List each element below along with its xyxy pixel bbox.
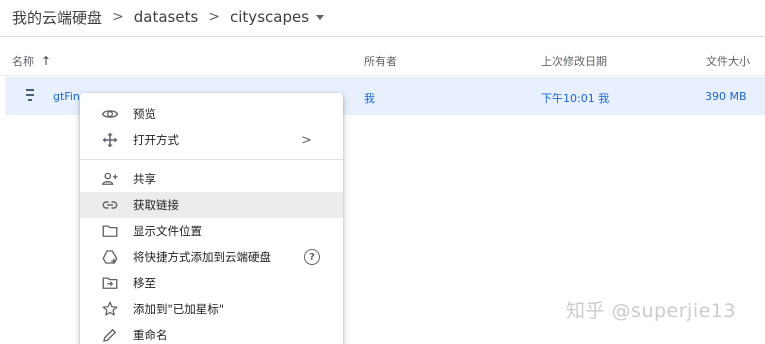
menu-item-move-to[interactable]: 移至 (80, 270, 343, 296)
pencil-icon (99, 324, 121, 344)
column-header-file-size[interactable]: 文件大小 (706, 53, 750, 69)
archive-file-icon (25, 89, 35, 101)
menu-item-preview[interactable]: 预览 (80, 101, 343, 127)
breadcrumb-my-drive[interactable]: 我的云端硬盘 (12, 7, 102, 28)
menu-item-add-starred[interactable]: 添加到"已加星标" (80, 296, 343, 322)
column-header-name[interactable]: 名称 ↑ (12, 53, 51, 69)
move-to-folder-icon (99, 272, 121, 294)
menu-item-add-starred-label: 添加到"已加星标" (133, 302, 225, 316)
context-menu: 预览 打开方式 > 共享 获取链接 显示文件位置 将快捷方式添加到云端硬盘 ? (80, 93, 343, 344)
menu-item-add-shortcut-label: 将快捷方式添加到云端硬盘 (133, 250, 271, 264)
column-header-name-label: 名称 (12, 55, 34, 68)
menu-item-share[interactable]: 共享 (80, 166, 343, 192)
menu-item-open-with[interactable]: 打开方式 > (80, 127, 343, 153)
menu-item-share-label: 共享 (133, 172, 156, 186)
breadcrumb: 我的云端硬盘 > datasets > cityscapes (12, 4, 325, 30)
link-icon (99, 194, 121, 216)
menu-item-get-link[interactable]: 获取链接 (80, 192, 343, 218)
menu-item-open-with-label: 打开方式 (133, 133, 179, 147)
menu-item-move-to-label: 移至 (133, 276, 156, 290)
file-modified: 下午10:01 我 (541, 92, 610, 105)
drive-shortcut-icon (99, 246, 121, 268)
breadcrumb-datasets[interactable]: datasets (134, 8, 199, 26)
dropdown-caret-icon[interactable] (316, 14, 325, 20)
sort-ascending-icon[interactable]: ↑ (41, 54, 51, 68)
person-add-icon (99, 168, 121, 190)
menu-item-rename-label: 重命名 (133, 328, 168, 342)
column-header-last-modified[interactable]: 上次修改日期 (541, 53, 607, 69)
help-icon[interactable]: ? (304, 249, 320, 265)
breadcrumb-current-label: cityscapes (230, 8, 310, 26)
breadcrumb-separator-icon: > (112, 9, 124, 25)
column-header-divider (0, 75, 765, 76)
file-list-header: 名称 ↑ 所有者 上次修改日期 文件大小 (0, 44, 765, 76)
file-size: 390 MB (705, 90, 747, 103)
eye-icon (99, 103, 121, 125)
column-header-owner[interactable]: 所有者 (364, 53, 397, 69)
file-owner: 我 (364, 92, 375, 105)
menu-item-show-location[interactable]: 显示文件位置 (80, 218, 343, 244)
header-divider (0, 36, 765, 37)
menu-item-preview-label: 预览 (133, 107, 156, 121)
menu-item-add-shortcut[interactable]: 将快捷方式添加到云端硬盘 ? (80, 244, 343, 270)
watermark-text: 知乎 @superjie13 (566, 300, 736, 322)
breadcrumb-separator-icon: > (208, 9, 221, 25)
menu-item-show-location-label: 显示文件位置 (133, 224, 202, 238)
chevron-right-icon: > (301, 132, 312, 148)
menu-item-get-link-label: 获取链接 (133, 198, 179, 212)
star-icon (99, 298, 121, 320)
breadcrumb-current-folder[interactable]: cityscapes (230, 8, 325, 26)
menu-divider (80, 159, 343, 160)
folder-icon (99, 220, 121, 242)
menu-item-rename[interactable]: 重命名 (80, 322, 343, 344)
move-arrows-icon (99, 129, 121, 151)
